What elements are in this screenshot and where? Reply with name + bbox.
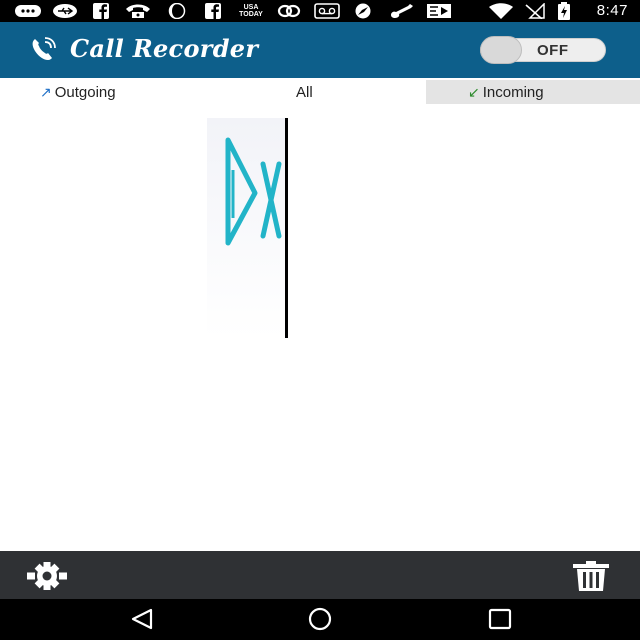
back-icon[interactable] — [127, 607, 157, 631]
facebook-icon — [92, 3, 110, 19]
toggle-knob[interactable] — [480, 36, 522, 64]
recording-toggle[interactable]: OFF — [480, 36, 606, 64]
ad-banner-image[interactable] — [207, 118, 286, 338]
facebook-icon — [204, 3, 222, 19]
status-time: 8:47 — [596, 2, 628, 19]
call-filter-tabs: ↗ Outgoing All ↙ Incoming — [0, 80, 640, 104]
phone-icon — [124, 3, 152, 19]
toggle-label: OFF — [537, 42, 569, 59]
incoming-arrow-icon: ↙ — [468, 83, 480, 100]
usa-today-top: USA — [243, 4, 259, 11]
usa-today-icon: USA TODAY — [236, 3, 266, 19]
outgoing-arrow-icon: ↗ — [40, 83, 52, 100]
tab-incoming[interactable]: ↙ Incoming — [426, 80, 640, 104]
gear-icon[interactable] — [24, 562, 70, 590]
usa-today-bottom: TODAY — [239, 11, 263, 18]
battery-charging-icon — [556, 2, 572, 20]
moon-icon — [166, 3, 188, 19]
usb-icon — [52, 3, 78, 19]
tab-outgoing[interactable]: ↗ Outgoing — [40, 80, 240, 104]
media-icon — [426, 3, 452, 19]
app-bar: Call Recorder OFF — [0, 22, 640, 78]
phone-logo-icon — [30, 37, 64, 68]
app-title: Call Recorder — [70, 34, 259, 63]
guitar-icon — [388, 3, 416, 19]
divider-line — [285, 118, 288, 338]
messaging-icon — [14, 3, 42, 19]
wifi-icon — [488, 3, 514, 19]
recents-icon[interactable] — [485, 607, 515, 631]
tab-outgoing-label: Outgoing — [54, 83, 116, 101]
trash-icon[interactable] — [570, 560, 612, 592]
tab-incoming-label: Incoming — [482, 83, 544, 101]
status-bar: USA TODAY 8:47 — [0, 0, 640, 22]
voicemail-icon — [314, 3, 340, 19]
bottom-toolbar — [0, 551, 640, 599]
compass-icon — [350, 3, 376, 19]
link-icon — [276, 3, 302, 19]
home-icon[interactable] — [305, 607, 335, 631]
navigation-bar — [0, 599, 640, 640]
no-signal-icon — [522, 3, 546, 19]
tab-all-label: All — [296, 83, 313, 101]
ad-logo-graphic — [225, 137, 282, 246]
tab-all[interactable]: All — [296, 80, 356, 104]
